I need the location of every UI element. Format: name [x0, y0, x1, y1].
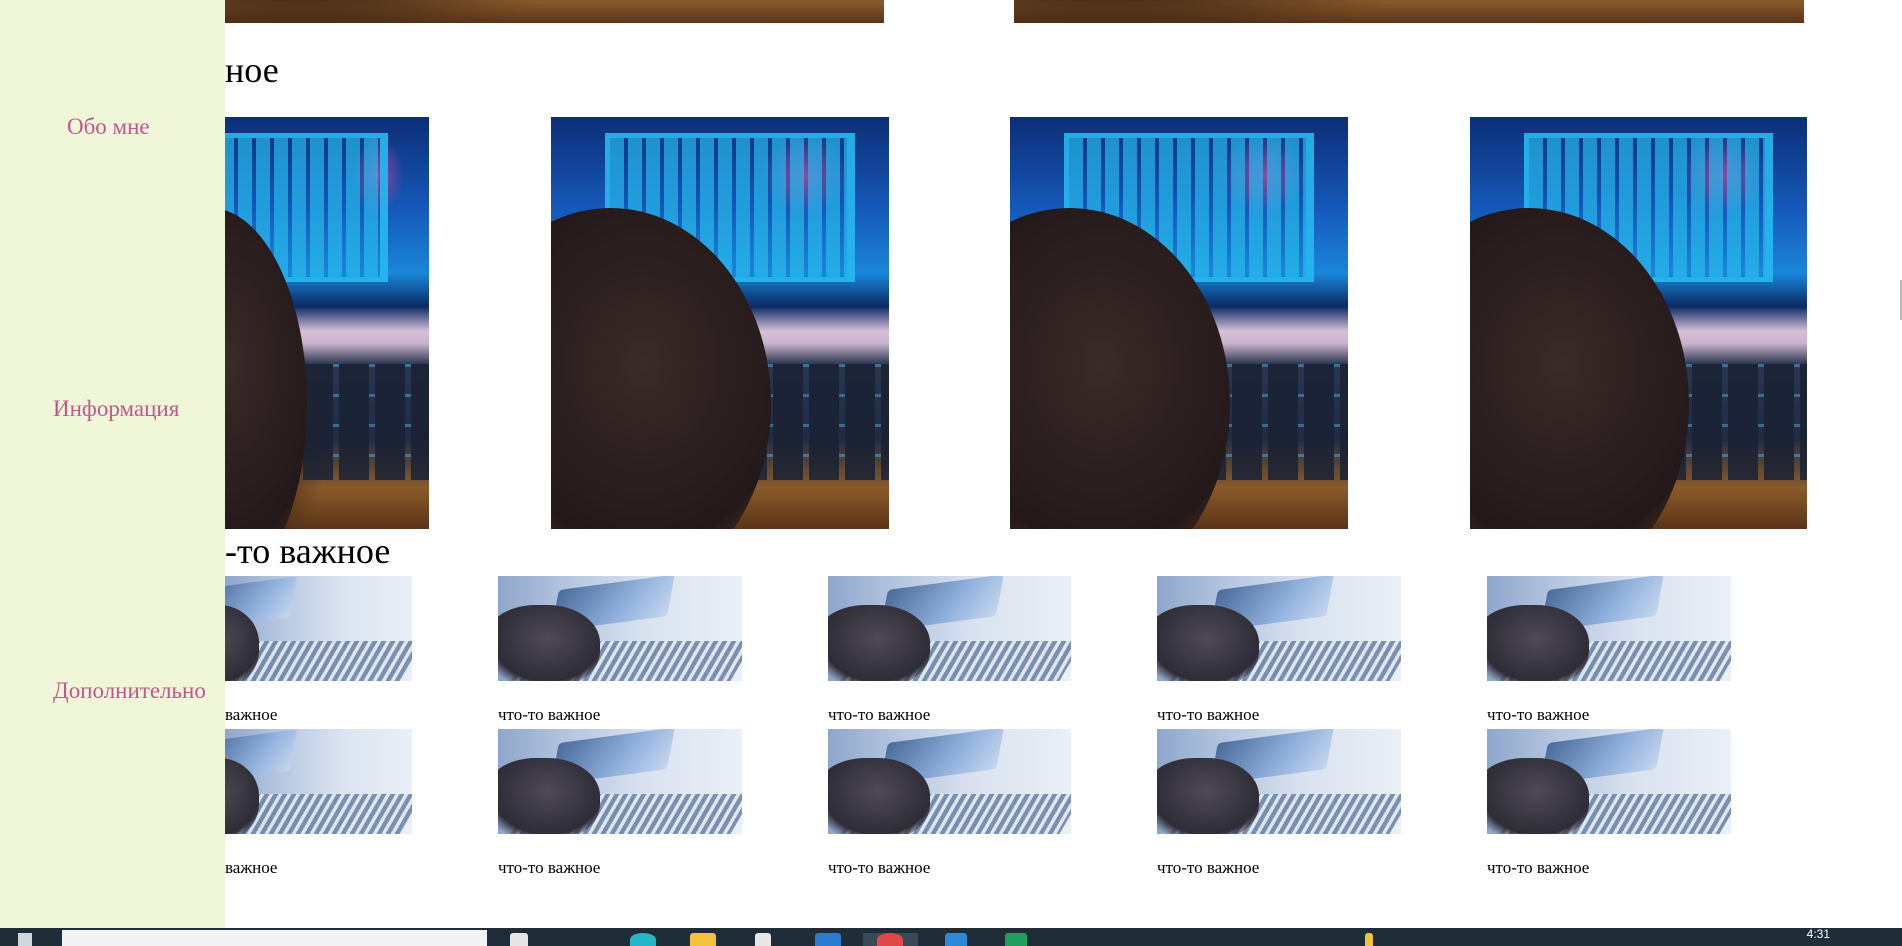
file-explorer-icon[interactable]: [690, 933, 716, 946]
section-heading-2: -то важное: [225, 531, 391, 571]
sidebar-item-information[interactable]: Информация: [53, 396, 179, 422]
sidebar-item-additional[interactable]: Дополнительно: [53, 678, 206, 704]
thumbnail-caption: что-то важное: [498, 858, 601, 877]
thumbnail-image: [1157, 729, 1401, 834]
opera-logo-icon[interactable]: [877, 933, 903, 946]
vscode-icon[interactable]: [945, 933, 967, 946]
thumbnail-image: [828, 729, 1071, 834]
thumbnail-image: [1157, 576, 1401, 681]
notification-bell-icon: [1365, 933, 1373, 946]
top-image-right: [1014, 0, 1804, 23]
store-icon[interactable]: [755, 933, 771, 946]
thumbnail-image: [1487, 576, 1731, 681]
spreadsheet-icon[interactable]: [1005, 933, 1027, 946]
task-view-icon[interactable]: [510, 933, 528, 946]
edge-browser-icon[interactable]: [630, 933, 656, 946]
sidebar: Обо мне Информация Дополнительно: [0, 0, 225, 928]
thumbnail-caption: что-то важное: [1157, 858, 1260, 877]
large-image: [551, 117, 889, 529]
thumbnail-image: [828, 576, 1071, 681]
thumbnail-image: [498, 729, 742, 834]
thumbnail-image: [498, 576, 742, 681]
large-image: [1010, 117, 1348, 529]
thumbnail-image: [1487, 729, 1731, 834]
thumbnail-caption: что-то важное: [828, 858, 931, 877]
mail-icon[interactable]: [815, 933, 841, 946]
thumbnail-caption: что-то важное: [828, 705, 931, 724]
taskbar: 4:31: [0, 928, 1902, 946]
thumbnail-caption: что-то важное: [1487, 705, 1590, 724]
thumbnail-image: [225, 729, 412, 834]
thumbnail-caption: важное: [225, 705, 278, 724]
thumbnail-image: [225, 576, 412, 681]
page: ное -то важное важное что-то важное что-…: [0, 0, 1902, 928]
large-image: [225, 117, 429, 529]
thumbnail-caption: что-то важное: [498, 705, 601, 724]
taskbar-clock[interactable]: 4:31: [1807, 928, 1830, 941]
large-image: [1470, 117, 1807, 529]
top-image-left: [225, 0, 884, 23]
section-heading-1: ное: [225, 50, 279, 90]
thumbnail-caption: что-то важное: [1157, 705, 1260, 724]
taskbar-search-box[interactable]: [62, 930, 487, 946]
windows-start-icon[interactable]: [18, 933, 32, 946]
thumbnail-caption: важное: [225, 858, 278, 877]
thumbnail-caption: что-то важное: [1487, 858, 1590, 877]
sidebar-item-about[interactable]: Обо мне: [67, 114, 150, 140]
